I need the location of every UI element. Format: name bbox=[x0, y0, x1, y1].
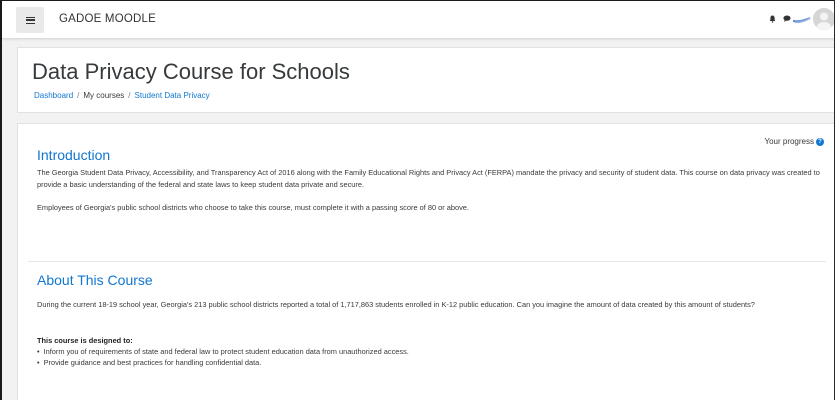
site-brand[interactable]: GADOE MOODLE bbox=[59, 13, 156, 25]
top-navbar: GADOE MOODLE bbox=[2, 1, 834, 39]
breadcrumb-my-courses[interactable]: My courses bbox=[83, 91, 124, 100]
breadcrumb-dashboard-link[interactable]: Dashboard bbox=[34, 91, 73, 100]
about-subheading: This course is designed to: bbox=[37, 336, 133, 345]
intro-paragraph: Employees of Georgia's public school dis… bbox=[37, 203, 469, 212]
list-item: Inform you of requirements of state and … bbox=[37, 346, 409, 357]
section-heading-about[interactable]: About This Course bbox=[37, 272, 153, 288]
help-icon[interactable]: ? bbox=[816, 137, 824, 146]
hamburger-menu-icon[interactable] bbox=[16, 7, 44, 33]
chat-bubble-icon[interactable] bbox=[783, 15, 791, 22]
intro-paragraph: The Georgia Student Data Privacy, Access… bbox=[37, 168, 820, 189]
redacted-username[interactable] bbox=[793, 15, 813, 24]
breadcrumb-current-course-link[interactable]: Student Data Privacy bbox=[135, 91, 210, 100]
page-title: Data Privacy Course for Schools bbox=[32, 59, 350, 84]
page-header: Data Privacy Course for Schools Dashboar… bbox=[17, 47, 834, 113]
section-heading-introduction[interactable]: Introduction bbox=[37, 147, 110, 163]
about-paragraph: During the current 18-19 school year, Ge… bbox=[37, 300, 755, 309]
progress-indicator: Your progress ? bbox=[764, 137, 824, 146]
breadcrumb: Dashboard / My courses / Student Data Privac… bbox=[34, 91, 210, 100]
progress-label: Your progress bbox=[764, 137, 814, 146]
breadcrumb-separator: / bbox=[77, 91, 80, 100]
about-bullet-list: Inform you of requirements of state and … bbox=[37, 346, 409, 368]
list-item: Provide guidance and best practices for … bbox=[37, 357, 409, 368]
user-avatar-icon[interactable] bbox=[813, 8, 834, 30]
browser-frame: GADOE MOODLE Data Privacy Course for Sch… bbox=[0, 0, 835, 400]
breadcrumb-separator: / bbox=[128, 91, 131, 100]
section-divider bbox=[28, 261, 826, 262]
course-content: Your progress ? Introduction The Georgia… bbox=[17, 123, 834, 400]
bell-icon[interactable] bbox=[769, 15, 776, 23]
